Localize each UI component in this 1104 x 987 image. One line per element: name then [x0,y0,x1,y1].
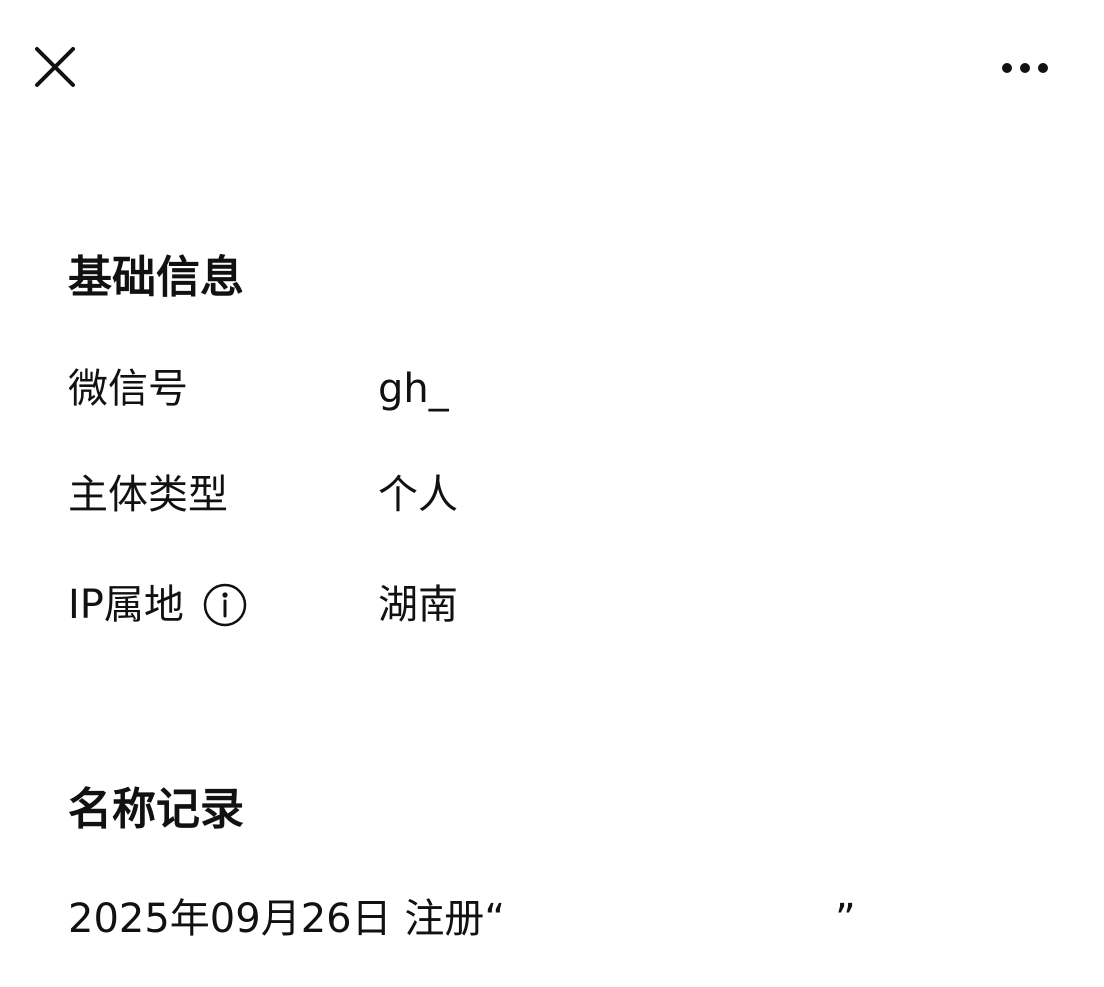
entity-type-value: 个人 [378,472,458,518]
info-icon[interactable] [202,582,248,628]
record-close-quote: ” [835,896,856,942]
ip-location-label: IP属地 [68,582,184,628]
name-records-title: 名称记录 [68,784,244,835]
name-record-item: 2025年09月26日 注册“ ” [68,890,856,948]
entity-type-label: 主体类型 [68,472,228,518]
wechat-id-prefix: gh_ [378,366,449,412]
ip-location-row-label: IP属地 [68,577,248,633]
record-date: 2025年09月26日 [68,896,392,942]
wechat-id-value: gh_ [378,361,779,417]
basic-info-title: 基础信息 [68,252,244,303]
close-icon [28,40,82,94]
redacted-block [505,899,836,943]
more-options-button[interactable] [996,48,1058,88]
redacted-block [448,369,779,413]
close-button[interactable] [28,40,82,94]
top-bar [0,0,1104,130]
more-icon [996,48,1058,88]
wechat-id-label: 微信号 [68,366,188,412]
record-action: 注册 [404,896,485,942]
ip-location-value: 湖南 [378,582,458,628]
record-open-quote: “ [484,896,506,942]
